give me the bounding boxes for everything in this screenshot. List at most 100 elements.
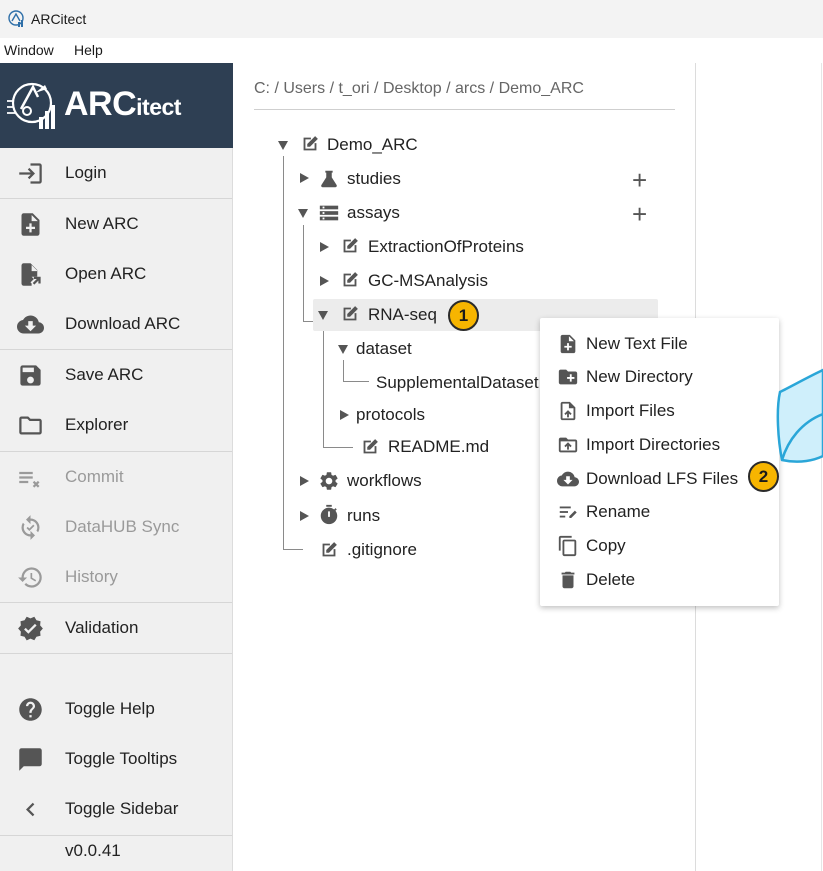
- tooltip-icon: [19, 748, 42, 771]
- menu-item-label: Download LFS Files: [586, 469, 739, 488]
- sidebar-item-save-arc[interactable]: Save ARC: [0, 350, 232, 400]
- menu-item-import-files[interactable]: Import Files: [540, 394, 779, 428]
- breadcrumb-segment[interactable]: t_ori: [338, 80, 369, 97]
- tree-node-protocols[interactable]: protocols: [356, 405, 425, 425]
- sidebar-item-explorer[interactable]: Explorer: [0, 400, 232, 450]
- expand-toggle-studies[interactable]: [300, 173, 309, 183]
- help-icon: [19, 698, 42, 721]
- sidebar-item-toggle-help[interactable]: Toggle Help: [0, 684, 232, 734]
- tree-connector: [323, 447, 353, 448]
- sidebar-item-datahub-sync[interactable]: DataHUB Sync: [0, 502, 232, 552]
- new-text-file-icon: [560, 334, 576, 354]
- menu-item-download-lfs-files[interactable]: Download LFS Files: [540, 462, 779, 496]
- sidebar-item-label: History: [65, 567, 118, 586]
- sidebar-item-validation[interactable]: Validation: [0, 603, 232, 653]
- history-icon: [18, 567, 42, 588]
- brand-header: ARCitect: [0, 63, 233, 148]
- menu-item-label: Import Files: [586, 401, 675, 420]
- tree-node-rna-seq[interactable]: RNA-seq: [368, 305, 437, 325]
- sidebar-item-label: Commit: [65, 467, 124, 486]
- expand-toggle-protocols[interactable]: [340, 410, 349, 420]
- menu-item-new-directory[interactable]: New Directory: [540, 360, 779, 394]
- breadcrumb-segment[interactable]: Demo_ARC: [499, 80, 584, 97]
- chevron-left-icon: [26, 802, 35, 817]
- menu-item-rename[interactable]: Rename: [540, 495, 779, 529]
- app-title: ARCitect: [31, 11, 87, 27]
- brand-title-main: ARC: [64, 85, 137, 123]
- tree-connector: [343, 360, 344, 382]
- title-bar: ARCitect: [0, 0, 823, 38]
- edit-icon: [363, 439, 378, 454]
- sidebar-item-label: Download ARC: [65, 314, 181, 333]
- sidebar-item-label: Login: [65, 163, 107, 182]
- expand-toggle-gcms[interactable]: [320, 276, 329, 286]
- breadcrumb-segment[interactable]: Desktop: [383, 80, 442, 97]
- sidebar-item-commit[interactable]: Commit: [0, 452, 232, 502]
- sidebar-item-toggle-sidebar[interactable]: Toggle Sidebar: [0, 784, 232, 834]
- edit-icon: [322, 542, 337, 557]
- expand-toggle-extraction[interactable]: [320, 242, 329, 252]
- breadcrumb-segment[interactable]: Users: [283, 80, 325, 97]
- tree-node-readme[interactable]: README.md: [388, 437, 489, 457]
- tree-node-assays[interactable]: assays: [347, 203, 400, 223]
- sidebar-item-toggle-tooltips[interactable]: Toggle Tooltips: [0, 734, 232, 784]
- menu-item-copy[interactable]: Copy: [540, 529, 779, 563]
- copy-icon: [558, 535, 577, 557]
- sync-icon: [21, 515, 40, 540]
- edit-icon: [343, 238, 358, 253]
- breadcrumb: C: / Users / t_ori / Desktop / arcs / De…: [254, 80, 675, 110]
- tree-connector: [323, 327, 324, 448]
- rename-icon: [559, 506, 577, 518]
- expand-toggle-rna-seq[interactable]: [318, 311, 328, 320]
- add-study-button[interactable]: +: [632, 167, 647, 193]
- breadcrumb-separator: /: [274, 80, 284, 97]
- menu-item-delete[interactable]: Delete: [540, 563, 779, 597]
- arcitect-logo-icon: [7, 82, 55, 129]
- tree-connector: [283, 156, 284, 550]
- tree-node-studies[interactable]: studies: [347, 169, 401, 189]
- menu-item-import-directories[interactable]: Import Directories: [540, 428, 779, 462]
- menu-help[interactable]: Help: [74, 42, 103, 58]
- breadcrumb-separator: /: [446, 80, 455, 97]
- sidebar-item-history[interactable]: History: [0, 552, 232, 602]
- menu-window[interactable]: Window: [4, 42, 54, 58]
- expand-toggle-assays[interactable]: [298, 209, 308, 218]
- breadcrumb-segment[interactable]: C:: [254, 80, 270, 97]
- save-icon: [20, 365, 41, 386]
- tree-connector: [283, 549, 303, 550]
- sidebar-item-label: Explorer: [65, 415, 129, 434]
- sidebar-item-new-arc[interactable]: New ARC: [0, 199, 232, 249]
- sidebar-item-login[interactable]: Login: [0, 148, 232, 198]
- add-assay-button[interactable]: +: [632, 201, 647, 227]
- tree-node-assay[interactable]: ExtractionOfProteins: [368, 237, 524, 257]
- edit-icon: [303, 136, 318, 151]
- tree-node-assay[interactable]: GC-MSAnalysis: [368, 271, 488, 291]
- divider: [0, 835, 232, 836]
- sidebar-item-open-arc[interactable]: Open ARC: [0, 249, 232, 299]
- breadcrumb-segment[interactable]: arcs: [455, 80, 485, 97]
- sidebar-item-label: Open ARC: [65, 264, 147, 283]
- menu-item-new-text-file[interactable]: New Text File: [540, 327, 779, 361]
- menu-item-label: Delete: [586, 570, 636, 589]
- expand-toggle-workflows[interactable]: [300, 476, 309, 486]
- expand-toggle-demo-arc[interactable]: [278, 141, 288, 150]
- sidebar-item-label: Toggle Help: [65, 699, 155, 718]
- expand-toggle-runs[interactable]: [300, 511, 309, 521]
- open-file-icon: [21, 263, 41, 286]
- sidebar-item-label: Toggle Tooltips: [65, 749, 178, 768]
- breadcrumb-separator: /: [489, 80, 499, 97]
- tree-node-workflows[interactable]: workflows: [347, 471, 422, 491]
- tree-node-supplemental-dataset[interactable]: SupplementalDataset: [376, 373, 539, 393]
- expand-toggle-dataset[interactable]: [338, 345, 348, 354]
- verified-icon: [18, 616, 43, 641]
- trash-icon: [561, 571, 575, 589]
- tree-node-demo-arc[interactable]: Demo_ARC: [327, 135, 418, 155]
- menu-item-label: Copy: [586, 536, 626, 555]
- cloud-download-icon: [557, 471, 579, 487]
- menu-item-label: New Directory: [586, 367, 693, 386]
- tree-node-dataset[interactable]: dataset: [356, 339, 412, 359]
- tree-node-runs[interactable]: runs: [347, 506, 380, 526]
- sidebar-item-download-arc[interactable]: Download ARC: [0, 299, 232, 349]
- tree-node-gitignore[interactable]: .gitignore: [347, 540, 417, 560]
- sidebar: ARCitect Login New ARC Open ARC Download…: [0, 63, 233, 871]
